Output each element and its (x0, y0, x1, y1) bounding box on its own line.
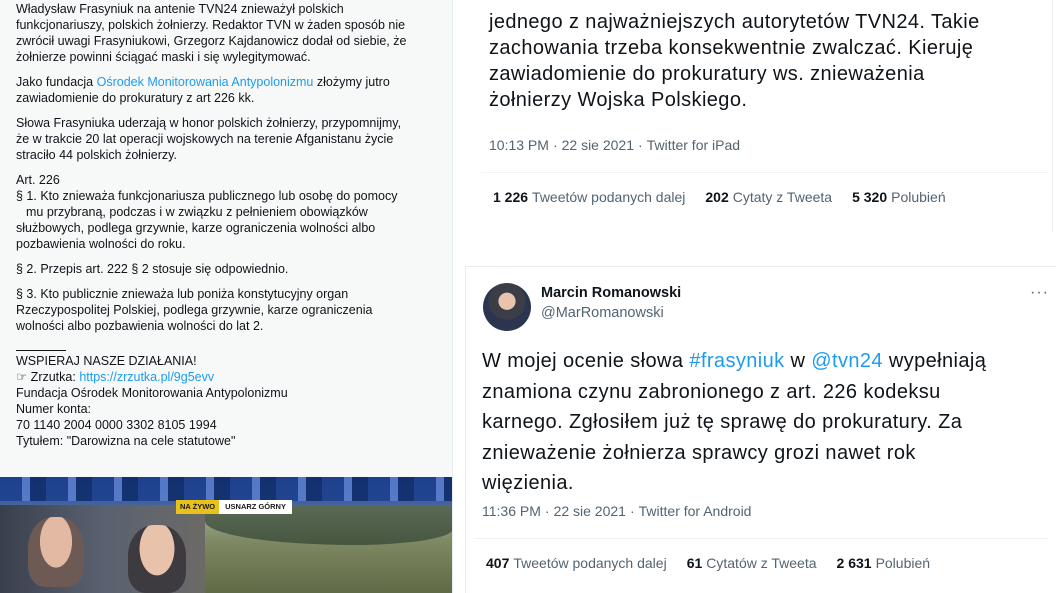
zrzutka-link[interactable]: https://zrzutka.pl/9g5evv (79, 370, 214, 384)
tweet-line: znieważenie żołnierza sprawcy grozi nawe… (482, 441, 916, 464)
likes-stat[interactable]: 2 631 Polubień (837, 555, 931, 571)
author-name[interactable]: Marcin Romanowski (541, 285, 681, 301)
post-text: złożymy jutro (313, 75, 390, 89)
tweet-text-segment: wypełniają (882, 350, 987, 372)
likes-label: Polubień (875, 555, 931, 571)
tweet1-stats: 1 226 Tweetów podanych dalej 202 Cytaty z … (493, 189, 946, 205)
tweet-line: żołnierzy Wojska Polskiego. (489, 89, 748, 111)
retweets-stat[interactable]: 1 226 Tweetów podanych dalej (493, 189, 685, 205)
hashtag-link[interactable]: #frasyniuk (689, 350, 784, 372)
article-title: Art. 226 (16, 173, 60, 187)
post-paragraph-2: Jako fundacja Ośrodek Monitorowania Anty… (16, 74, 446, 106)
article-226: Art. 226 § 1. Kto znieważa funkcjonarius… (16, 172, 446, 252)
post-line: Rzeczypospolitej Polskiej, podlega grzyw… (16, 303, 373, 317)
post-line: służbowych, podlega grzywnie, karze ogra… (16, 221, 376, 235)
tweet-line: zawiadomienie do prokuratury ws. znieważ… (489, 63, 925, 85)
separator-line (16, 343, 66, 351)
post-line: żołnierze powinni ściągać maski i się wy… (16, 50, 311, 64)
post-paragraph-3: Słowa Frasyniuka uderzają w honor polski… (16, 115, 446, 163)
tweet-text-segment: w (784, 350, 812, 372)
post-line: zawiadomienie do prokuratury z art 226 k… (16, 91, 255, 105)
likes-count: 2 631 (836, 555, 872, 571)
quotes-label: Cytaty z Tweeta (732, 189, 833, 205)
tv-location-label: USNARZ GÓRNY (219, 500, 292, 514)
retweets-count: 1 226 (493, 189, 529, 205)
post-line: funkcjonariuszy, polskich żołnierzy. Red… (16, 18, 406, 32)
retweets-label: Tweetów podanych dalej (513, 555, 667, 571)
tweet-line: zachowania trzeba konsekwentnie zwalczać… (489, 37, 974, 59)
tweet2-stats: 407 Tweetów podanych dalej 61 Cytatów z Tw… (486, 555, 930, 571)
quotes-count: 202 (705, 189, 729, 205)
likes-label: Polubień (891, 189, 946, 205)
retweets-count: 407 (486, 555, 510, 571)
tweet-source[interactable]: Twitter for Android (639, 503, 752, 519)
post-line: mu przybraną, podczas i w związku z pełn… (26, 205, 368, 219)
tweet2-text: W mojej ocenie słowa #frasyniuk w @tvn24… (482, 346, 986, 499)
post-line: § 1. Kto znieważa funkcjonariusza public… (16, 189, 398, 203)
tweet1-text: jednego z najważniejszych autorytetów TV… (489, 9, 980, 113)
post-paragraph-1: Władysław Frasyniuk na antenie TVN24 zni… (16, 1, 446, 65)
foundation-name: Fundacja Ośrodek Monitorowania Antypolon… (16, 386, 288, 400)
tweet-line: karnego. Zgłosiłem już tę sprawę do prok… (482, 411, 963, 433)
retweets-stat[interactable]: 407 Tweetów podanych dalej (486, 555, 667, 571)
tweet-time[interactable]: 11:36 PM (482, 503, 541, 519)
mention-link[interactable]: @tvn24 (811, 350, 883, 372)
post-line: Słowa Frasyniuka uderzają w honor polski… (16, 116, 402, 130)
quotes-label: Cytatów z Tweeta (706, 555, 817, 571)
divider (481, 172, 1048, 173)
post-body: Władysław Frasyniuk na antenie TVN24 zni… (16, 0, 446, 458)
quotes-count: 61 (686, 555, 703, 571)
post-line: że w trakcie 20 lat operacji wojskowych … (16, 132, 394, 146)
likes-count: 5 320 (852, 189, 888, 205)
tweet2-meta: 11:36 PM · 22 sie 2021 · Twitter for Android (482, 503, 752, 519)
retweets-label: Tweetów podanych dalej (532, 189, 686, 205)
tweet-date[interactable]: 22 sie 2021 (554, 503, 626, 519)
post-line: pozbawienia wolności do roku. (16, 237, 186, 251)
more-options-icon[interactable]: ··· (1030, 284, 1049, 302)
support-block: WSPIERAJ NASZE DZIAŁANIA! ☞ Zrzutka: htt… (16, 343, 446, 449)
quotes-stat[interactable]: 61 Cytatów z Tweeta (687, 555, 817, 571)
tweet-line: więzienia. (482, 472, 574, 494)
post-line: wolności albo pozbawienia wolności do la… (16, 319, 264, 333)
tweet-text-segment: W mojej ocenie słowa (482, 350, 690, 372)
support-heading: WSPIERAJ NASZE DZIAŁANIA! (16, 354, 197, 368)
tweet-line: znamiona czynu zabronionego z art. 226 k… (482, 380, 941, 403)
quotes-stat[interactable]: 202 Cytaty z Tweeta (705, 189, 832, 205)
post-line: § 3. Kto publicznie znieważa lub poniża … (16, 287, 349, 301)
tweet-source[interactable]: Twitter for iPad (647, 137, 740, 153)
divider (474, 538, 1048, 539)
account-label: Numer konta: (16, 402, 92, 416)
column-divider (1052, 0, 1053, 232)
tv-background-graphic (0, 477, 452, 501)
tweet-date[interactable]: 22 sie 2021 (562, 137, 634, 153)
article-paragraph-3: § 3. Kto publicznie znieważa lub poniża … (16, 286, 446, 334)
embedded-facebook-post: Władysław Frasyniuk na antenie TVN24 zni… (0, 0, 453, 593)
tweet-time[interactable]: 10:13 PM (489, 137, 549, 153)
tv-person-2 (128, 525, 186, 593)
foundation-link[interactable]: Ośrodek Monitorowania Antypolonizmu (97, 75, 314, 89)
post-text: Jako fundacja (16, 75, 97, 89)
tweet1-meta: 10:13 PM · 22 sie 2021 · Twitter for iPad (489, 137, 741, 153)
likes-stat[interactable]: 5 320 Polubień (852, 189, 946, 205)
article-paragraph-2: § 2. Przepis art. 222 § 2 stosuje się od… (16, 262, 289, 276)
tv-live-label: NA ŻYWO (176, 500, 220, 514)
post-line: zwrócił uwagi Frasyniukowi, Grzegorz Kaj… (16, 34, 407, 48)
avatar[interactable] (483, 283, 531, 331)
post-line: straciło 44 polskich żołnierzy. (16, 148, 177, 162)
tweet-line: jednego z najważniejszych autorytetów TV… (489, 11, 980, 33)
transfer-title: Tytułem: "Darowizna na cele statutowe" (16, 434, 236, 448)
author-handle[interactable]: @MarRomanowski (541, 305, 664, 321)
post-line: Władysław Frasyniuk na antenie TVN24 zni… (16, 2, 344, 16)
tv-person-1 (28, 517, 84, 587)
post-text: ☞ Zrzutka: (16, 370, 80, 384)
tv-screenshot-image[interactable]: NA ŻYWO USNARZ GÓRNY (0, 477, 452, 593)
tv-caption-bar: NA ŻYWO USNARZ GÓRNY (176, 500, 292, 514)
account-number: 70 1140 2004 0000 3302 8105 1994 (16, 418, 217, 432)
